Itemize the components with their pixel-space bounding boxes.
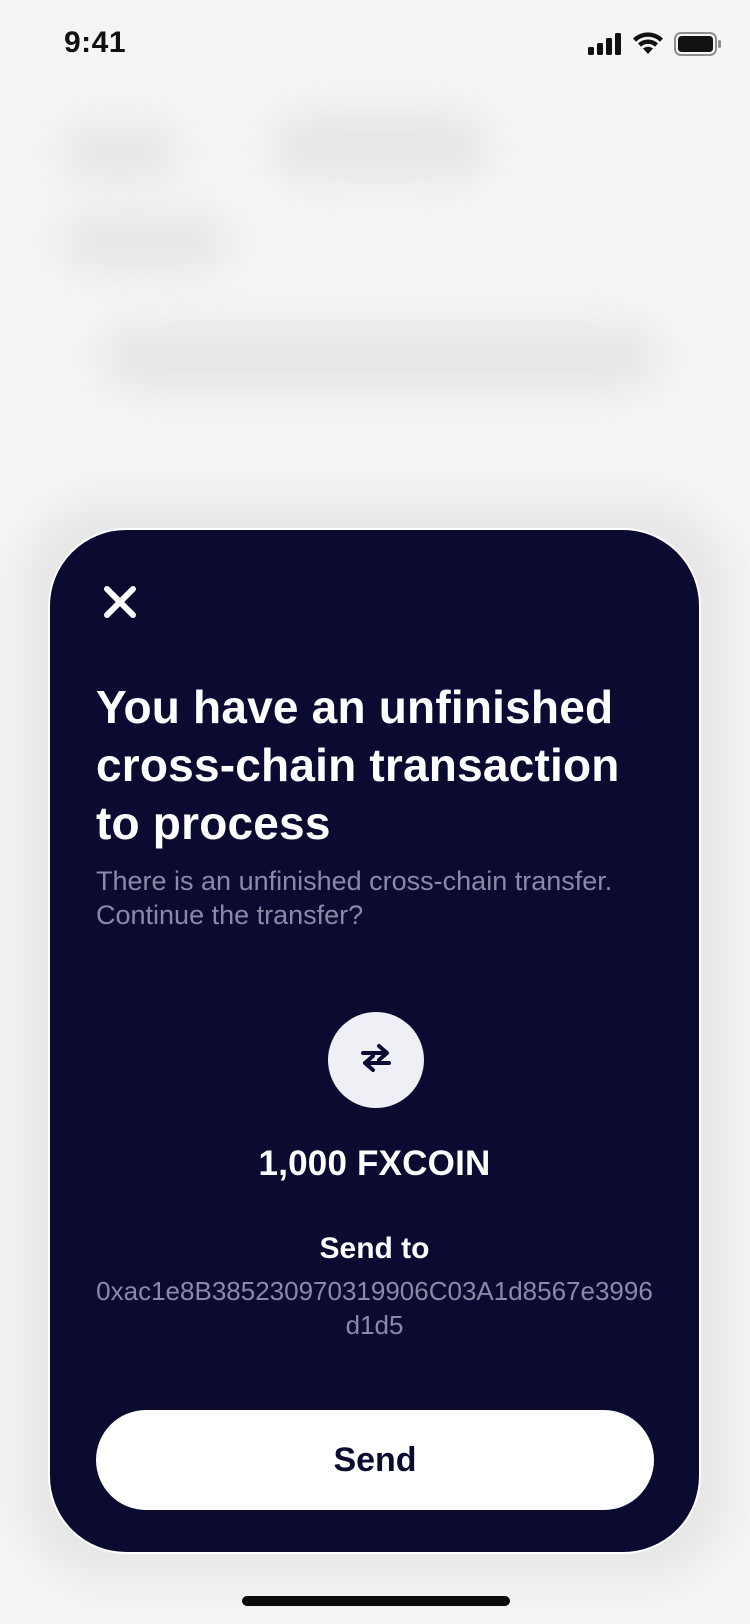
close-button[interactable]: [98, 582, 142, 626]
home-indicator: [242, 1596, 510, 1606]
blurred-shape: [60, 122, 180, 182]
status-time: 9:41: [64, 26, 127, 59]
blurred-background: [0, 92, 750, 522]
send-to-label: Send to: [319, 1232, 430, 1265]
recipient-address: 0xac1e8B385230970319906C03A1d8567e3996d1…: [96, 1276, 653, 1340]
modal-title: You have an unfinished cross-chain trans…: [96, 681, 620, 849]
swap-arrows-icon: [357, 1041, 395, 1080]
status-bar: 9:41: [0, 0, 750, 92]
blurred-shape: [60, 212, 230, 272]
transfer-amount: 1,000 FXCOIN: [258, 1144, 491, 1183]
modal-subtitle: There is an unfinished cross-chain trans…: [96, 866, 613, 930]
signal-icon: [588, 33, 622, 60]
close-icon[interactable]: [102, 584, 138, 625]
send-button[interactable]: Send: [96, 1410, 654, 1510]
blurred-shape: [270, 112, 490, 182]
wifi-icon: [632, 32, 664, 61]
battery-icon: [674, 32, 722, 61]
status-icons: [588, 32, 722, 61]
blurred-shape: [100, 322, 660, 392]
swap-badge: [328, 1012, 424, 1108]
unfinished-transaction-modal: You have an unfinished cross-chain trans…: [48, 528, 701, 1554]
